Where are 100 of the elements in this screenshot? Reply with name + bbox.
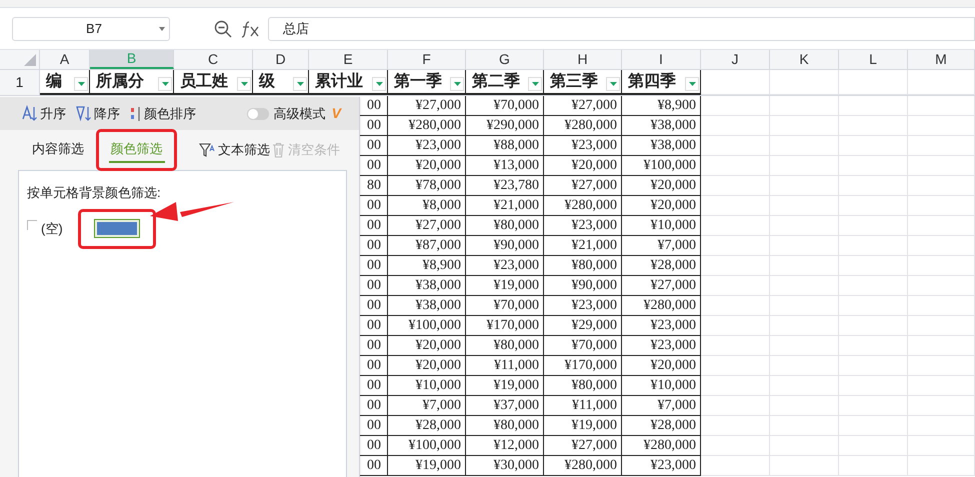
table-cell: ¥170,000 bbox=[466, 316, 544, 336]
color-swatch[interactable] bbox=[94, 219, 140, 238]
table-cell: ¥280,000 bbox=[622, 436, 701, 456]
table-cell: ¥27,000 bbox=[388, 216, 466, 236]
table-cell: ¥27,000 bbox=[544, 176, 622, 196]
header-cell: 级 bbox=[253, 70, 309, 95]
table-cell: ¥11,000 bbox=[466, 356, 544, 376]
empty-cell bbox=[839, 156, 908, 176]
table-cell: ¥280,000 bbox=[388, 116, 466, 136]
table-cell: ¥10,000 bbox=[622, 216, 701, 236]
empty-cell bbox=[839, 316, 908, 336]
caret-icon bbox=[240, 82, 248, 86]
empty-cell bbox=[908, 176, 975, 196]
column-header[interactable]: G bbox=[466, 50, 544, 69]
filter-dropdown-button[interactable] bbox=[237, 77, 251, 91]
filter-dropdown-button[interactable] bbox=[685, 77, 699, 91]
select-all-icon[interactable] bbox=[24, 54, 36, 66]
empty-cell bbox=[839, 216, 908, 236]
table-cell: ¥23,000 bbox=[544, 296, 622, 316]
empty-cell bbox=[770, 456, 839, 476]
name-box[interactable]: B7 bbox=[12, 16, 170, 40]
filter-tab[interactable]: 内容筛选 bbox=[30, 137, 86, 163]
filter-dropdown-button[interactable] bbox=[293, 77, 307, 91]
empty-cell bbox=[701, 196, 770, 216]
column-header[interactable]: L bbox=[839, 50, 908, 69]
empty-cell bbox=[839, 196, 908, 216]
column-header[interactable]: I bbox=[622, 50, 701, 69]
header-cell: 第二季 bbox=[466, 70, 544, 95]
column-header[interactable]: F bbox=[388, 50, 466, 69]
sort-button[interactable]: 降序 bbox=[76, 104, 120, 124]
empty-cell bbox=[701, 216, 770, 236]
empty-cell bbox=[770, 416, 839, 436]
empty-cell bbox=[770, 356, 839, 376]
empty-cell bbox=[701, 116, 770, 136]
empty-cell bbox=[701, 236, 770, 256]
table-cell: ¥28,000 bbox=[622, 256, 701, 276]
column-header[interactable]: H bbox=[544, 50, 622, 69]
table-cell: ¥20,000 bbox=[622, 176, 701, 196]
empty-cell bbox=[701, 396, 770, 416]
column-header[interactable]: E bbox=[309, 50, 388, 69]
empty-cell bbox=[770, 316, 839, 336]
empty-cell bbox=[701, 416, 770, 436]
table-cell: ¥90,000 bbox=[544, 276, 622, 296]
empty-cell bbox=[908, 336, 975, 356]
text-filter-button[interactable]: 文本筛选 bbox=[199, 140, 270, 160]
filter-dropdown-button[interactable] bbox=[372, 77, 386, 91]
table-cell: ¥170,000 bbox=[544, 356, 622, 376]
caret-icon bbox=[610, 82, 616, 86]
table-cell: ¥27,000 bbox=[388, 96, 466, 116]
column-header[interactable]: K bbox=[770, 50, 839, 69]
table-cell: ¥27,000 bbox=[622, 276, 701, 296]
table-cell: ¥7,000 bbox=[622, 236, 701, 256]
sort-button[interactable]: 升序 bbox=[22, 104, 66, 124]
table-cell: ¥29,000 bbox=[544, 316, 622, 336]
caret-icon bbox=[532, 82, 538, 86]
zoom-icon[interactable] bbox=[214, 20, 232, 38]
caret-icon bbox=[296, 82, 304, 86]
filter-dropdown-button[interactable] bbox=[158, 77, 172, 91]
empty-cell bbox=[839, 336, 908, 356]
table-cell: ¥27,000 bbox=[544, 436, 622, 456]
checkbox[interactable] bbox=[27, 220, 37, 230]
empty-cell bbox=[770, 256, 839, 276]
sort-button[interactable]: 颜色排序 bbox=[130, 104, 196, 124]
funnel-icon bbox=[199, 142, 215, 158]
column-header[interactable]: J bbox=[701, 50, 770, 69]
table-cell: ¥20,000 bbox=[622, 196, 701, 216]
table-cell: ¥37,000 bbox=[466, 396, 544, 416]
filter-dropdown-button[interactable] bbox=[606, 77, 620, 91]
table-cell: ¥38,000 bbox=[622, 116, 701, 136]
table-cell: ¥8,000 bbox=[388, 196, 466, 216]
empty-cell bbox=[908, 396, 975, 416]
table-cell: ¥100,000 bbox=[622, 156, 701, 176]
empty-cell bbox=[770, 436, 839, 456]
table-cell: ¥100,000 bbox=[388, 436, 466, 456]
empty-cell bbox=[770, 236, 839, 256]
empty-cell bbox=[701, 176, 770, 196]
table-cell: ¥21,000 bbox=[544, 236, 622, 256]
column-header[interactable]: C bbox=[174, 50, 253, 69]
header-cell: 所属分 bbox=[90, 70, 174, 95]
filter-dropdown-button[interactable] bbox=[528, 77, 542, 91]
header-cell: 第三季 bbox=[544, 70, 622, 95]
table-cell: ¥280,000 bbox=[544, 116, 622, 136]
table-cell: ¥87,000 bbox=[388, 236, 466, 256]
table-cell: ¥38,000 bbox=[622, 136, 701, 156]
column-header[interactable]: D bbox=[253, 50, 309, 69]
table-cell: ¥12,000 bbox=[466, 436, 544, 456]
caret-icon bbox=[159, 26, 165, 30]
empty-cell bbox=[839, 296, 908, 316]
table-cell: ¥80,000 bbox=[466, 416, 544, 436]
empty-cell bbox=[770, 156, 839, 176]
filter-dropdown-button[interactable] bbox=[74, 77, 88, 91]
empty-cell bbox=[701, 376, 770, 396]
empty-cell bbox=[908, 156, 975, 176]
toggle-switch[interactable] bbox=[246, 108, 269, 120]
filter-dropdown-button[interactable] bbox=[450, 77, 464, 91]
empty-cell bbox=[701, 256, 770, 276]
column-header[interactable]: M bbox=[908, 50, 975, 69]
row-header[interactable]: 1 bbox=[0, 70, 40, 95]
formula-field[interactable]: 总店 bbox=[268, 16, 975, 40]
function-icon[interactable] bbox=[240, 20, 260, 38]
